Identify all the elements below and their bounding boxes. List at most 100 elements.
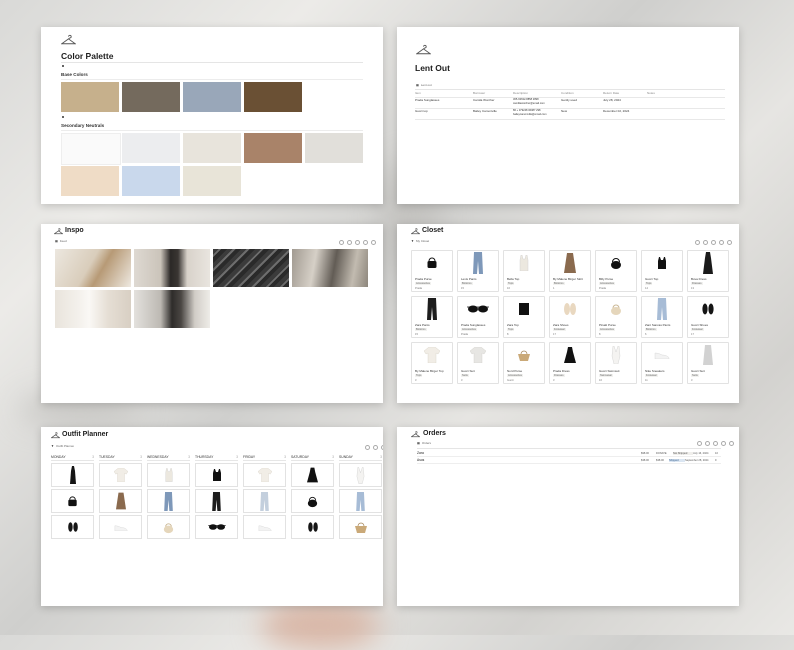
- outfit-item[interactable]: [195, 489, 238, 513]
- toolbar-icon[interactable]: [727, 240, 732, 245]
- closet-card[interactable]: Prada Sunglasses Accessories Prada: [457, 296, 499, 338]
- toolbar-icon[interactable]: [365, 445, 370, 450]
- column-header[interactable]: Notes: [647, 91, 725, 97]
- view-toolbar[interactable]: [365, 445, 383, 450]
- view-toolbar[interactable]: [697, 441, 734, 446]
- closet-card[interactable]: Zara Top Tops 8: [503, 296, 545, 338]
- closet-card[interactable]: Prada Purse Accessories Prada: [411, 250, 453, 292]
- jeans-icon: [657, 298, 667, 320]
- outfit-item[interactable]: [51, 515, 94, 539]
- section-label: Secondary Neutrals: [61, 123, 105, 128]
- outfit-item[interactable]: [99, 515, 142, 539]
- view-toolbar[interactable]: [339, 240, 376, 245]
- toolbar-icon[interactable]: [729, 441, 734, 446]
- closet-card[interactable]: Bova Dress Dresses 13: [687, 250, 729, 292]
- view-tab[interactable]: ▼ Outfit Planner: [51, 444, 74, 448]
- closet-card[interactable]: Zara Shoes Footwear 17: [549, 296, 591, 338]
- column-header[interactable]: Item: [415, 91, 473, 97]
- inspo-image[interactable]: [292, 249, 368, 287]
- item-category-tag: Footwear: [645, 374, 658, 377]
- item-name: Zara Pants: [415, 323, 430, 327]
- toolbar-icon[interactable]: [339, 240, 344, 245]
- closet-card[interactable]: Gucci Shoes Footwear 17: [687, 296, 729, 338]
- toolbar-icon[interactable]: [697, 441, 702, 446]
- table-row[interactable]: Gucci top Bailey Camonville 86 + 379248 …: [415, 109, 725, 120]
- outfit-item[interactable]: [147, 489, 190, 513]
- toolbar-icon[interactable]: [719, 240, 724, 245]
- item-count: 3: [415, 379, 417, 382]
- outfit-item[interactable]: [51, 489, 94, 513]
- view-tab[interactable]: ▦ Orders: [417, 441, 431, 445]
- table-row[interactable]: Prada Sunglasses Camila Worcher 305-6363…: [415, 98, 725, 109]
- toolbar-icon[interactable]: [711, 240, 716, 245]
- day-header-text: WEDNESDAY: [147, 454, 169, 459]
- closet-card[interactable]: By Malene Birger Skirt Bottoms 1: [549, 250, 591, 292]
- item-category-tag: Accessories: [599, 328, 615, 331]
- view-tab[interactable]: ▼ My Closet: [411, 239, 429, 243]
- toolbar-icon[interactable]: [347, 240, 352, 245]
- closet-card[interactable]: Bella Top Tops 16: [503, 250, 545, 292]
- item-name: Gucci Suit: [461, 369, 475, 373]
- inspo-image[interactable]: [213, 249, 289, 287]
- closet-card[interactable]: Nike Sneakers Footwear 11: [641, 342, 683, 384]
- day-header-text: 3: [92, 454, 94, 459]
- toolbar-icon[interactable]: [355, 240, 360, 245]
- outfit-item[interactable]: [51, 463, 94, 487]
- closet-card[interactable]: Billy Purse Accessories Prada: [595, 250, 637, 292]
- day-header-text: FRIDAY: [243, 454, 256, 459]
- closet-card[interactable]: By Malene Birger Top Tops 3: [411, 342, 453, 384]
- toolbar-icon[interactable]: [703, 240, 708, 245]
- item-category-tag: Bottoms: [553, 282, 565, 285]
- column-header[interactable]: Condition: [561, 91, 603, 97]
- order-row[interactable]: Asos $38.00 $38.00 Shipped September 28,…: [417, 457, 721, 464]
- inspo-image[interactable]: [55, 290, 131, 328]
- view-tab[interactable]: ▦ Feed: [55, 239, 67, 243]
- toolbar-icon[interactable]: [373, 445, 378, 450]
- outfit-item[interactable]: [147, 463, 190, 487]
- closet-card[interactable]: Gucci Suit Suits 3: [457, 342, 499, 384]
- toolbar-icon[interactable]: [381, 445, 383, 450]
- outfit-item[interactable]: [291, 463, 334, 487]
- column-header[interactable]: Return Date: [603, 91, 647, 97]
- outfit-item[interactable]: [291, 489, 334, 513]
- closet-card[interactable]: Levis Pants Bottoms 15: [457, 250, 499, 292]
- outfit-item[interactable]: [243, 515, 286, 539]
- view-tab[interactable]: ▦ Lent out: [416, 83, 432, 87]
- toolbar-icon[interactable]: [705, 441, 710, 446]
- outfit-item[interactable]: [291, 515, 334, 539]
- outfit-item[interactable]: [339, 489, 382, 513]
- toolbar-icon[interactable]: [371, 240, 376, 245]
- outfit-item[interactable]: [243, 463, 286, 487]
- cell-item: Prada Sunglasses: [415, 98, 440, 102]
- closet-card[interactable]: Gucci Top Tops 14: [641, 250, 683, 292]
- inspo-image[interactable]: [55, 249, 131, 287]
- inspo-image[interactable]: [134, 290, 210, 328]
- toolbar-icon[interactable]: [695, 240, 700, 245]
- column-header[interactable]: Borrower: [473, 91, 513, 97]
- closet-card[interactable]: Gucci Suit Suits 3: [687, 342, 729, 384]
- outfit-item[interactable]: [195, 463, 238, 487]
- closet-card[interactable]: Gucci Swimsuit Swimwear 16: [595, 342, 637, 384]
- order-row[interactable]: Zara $98.00 DONATE Not Shipped July 16, …: [417, 450, 721, 457]
- toolbar-icon[interactable]: [721, 441, 726, 446]
- closet-card[interactable]: Nord Purse Accessories Gucci: [503, 342, 545, 384]
- outfit-item[interactable]: [339, 463, 382, 487]
- column-header[interactable]: Description: [513, 91, 561, 97]
- closet-card[interactable]: Zant Sancas Pants Bottoms 6: [641, 296, 683, 338]
- closet-card[interactable]: Prada Dress Dresses 3: [549, 342, 591, 384]
- view-toolbar[interactable]: [695, 240, 732, 245]
- item-image: [688, 343, 728, 367]
- inspo-image[interactable]: [134, 249, 210, 287]
- outfit-item[interactable]: [243, 489, 286, 513]
- outfit-item[interactable]: [147, 515, 190, 539]
- skirt-icon: [115, 492, 126, 510]
- closet-card[interactable]: Pinaki Purse Accessories 8: [595, 296, 637, 338]
- closet-card[interactable]: Zara Pants Bottoms 15: [411, 296, 453, 338]
- outfit-item[interactable]: [99, 489, 142, 513]
- jeans-icon: [356, 491, 365, 511]
- toolbar-icon[interactable]: [713, 441, 718, 446]
- toolbar-icon[interactable]: [363, 240, 368, 245]
- outfit-item[interactable]: [99, 463, 142, 487]
- outfit-item[interactable]: [339, 515, 382, 539]
- outfit-item[interactable]: [195, 515, 238, 539]
